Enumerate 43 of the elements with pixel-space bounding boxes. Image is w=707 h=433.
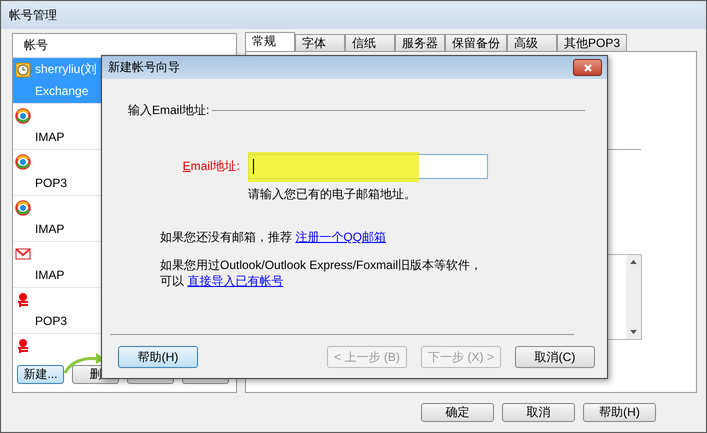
tab[interactable]: 高级 [507,34,557,51]
dialog-button[interactable]: 帮助(H) [118,346,198,368]
dialog-button[interactable]: 取消 [502,403,575,422]
logo-icon [15,338,31,354]
up-arrow-icon[interactable] [630,259,637,264]
tab[interactable]: 信纸 [345,34,395,51]
logo-icon [15,292,31,308]
close-icon[interactable] [582,62,592,72]
ring-icon [15,108,31,124]
account-type: IMAP [35,267,64,284]
tab[interactable]: 服务器 [395,34,445,51]
tab[interactable]: 常规 [245,32,295,51]
window-title: 帐号管理 [9,6,57,24]
email-input[interactable] [248,154,488,179]
dialog-button[interactable]: 取消(C) [515,346,595,368]
tab[interactable]: 其他POP3 [557,34,628,51]
ring-icon [15,200,31,216]
envelope-icon [15,246,31,262]
account-type: POP3 [35,175,68,192]
info-text: 如果您用过Outlook/Outlook Express/Foxmail旧版本等软件， [160,258,482,272]
close-button[interactable] [573,59,602,76]
account-type: Exchange [35,83,88,100]
account-name: sherryliu(刘 [35,61,96,78]
scrollbar[interactable] [626,255,641,339]
dialog-title: 新建帐号向导 [108,59,180,76]
account-type: IMAP [35,221,64,238]
clock-icon [15,62,31,78]
dialog-button[interactable]: 确定 [421,403,494,422]
account-type: POP3 [35,313,68,330]
link[interactable]: 注册一个QQ邮箱 [295,230,386,244]
info-text: 如果您还没有邮箱，推荐 [160,230,293,244]
account-type: IMAP [35,129,64,146]
link[interactable]: 直接导入已有帐号 [187,274,284,288]
tab[interactable]: 保留备份 [445,34,507,51]
section-label: 输入Email地址: [128,102,210,119]
ring-icon [15,154,31,170]
dialog-button[interactable]: 帮助(H) [583,403,656,422]
panel-button[interactable]: 新建... [17,365,64,384]
field-label: Email地址: [182,158,241,175]
hint-text: 请输入您已有的电子邮箱地址。 [248,186,417,203]
tab[interactable]: 字体 [295,34,345,51]
info-text: 可以 [160,274,185,288]
down-arrow-icon[interactable] [630,330,637,335]
